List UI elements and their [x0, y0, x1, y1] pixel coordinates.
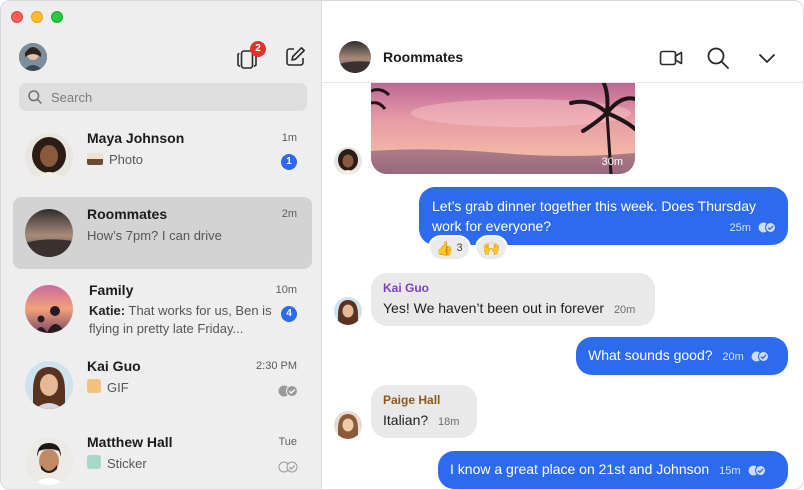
chat-name: Maya Johnson [87, 130, 185, 146]
sender-avatar [334, 297, 362, 325]
chat-item-matthew-hall[interactable]: Matthew Hall Tue Sticker [13, 425, 312, 489]
chat-time: 2m [281, 208, 297, 220]
chat-time: 1m [281, 132, 297, 144]
read-receipt-icon [278, 385, 298, 397]
chat-name: Roommates [87, 206, 168, 222]
avatar [25, 133, 73, 181]
chat-preview: Photo [87, 151, 277, 169]
chat-item-maya-johnson[interactable]: Maya Johnson 1m Photo 1 [13, 121, 312, 193]
chat-name: Family [89, 282, 134, 298]
preview-sender: Katie: [89, 303, 126, 318]
avatar [25, 437, 73, 485]
group-avatar[interactable] [339, 41, 371, 73]
message-time: 18m [438, 416, 460, 428]
search-box [19, 83, 307, 111]
thumbs-up-icon: 👍 [436, 240, 454, 256]
profile-avatar[interactable] [19, 43, 47, 71]
delivered-receipt-icon [278, 461, 298, 473]
chat-item-family[interactable]: Family 10m Katie: That works for us, Ben… [13, 273, 312, 345]
message-sender: Kai Guo [383, 281, 430, 295]
conversation-pane: Roommates 30m Let’s grab dinner together… [322, 1, 803, 489]
incoming-message[interactable]: Kai Guo Yes! We haven’t been out in fore… [371, 273, 655, 326]
reaction-raised-hands[interactable]: 🙌 [474, 235, 508, 261]
avatar [25, 285, 73, 333]
sender-avatar [334, 147, 362, 175]
chat-preview: GIF [87, 379, 277, 397]
reaction-thumbs-up[interactable]: 👍 3 [428, 235, 471, 261]
read-receipt-icon [758, 222, 776, 233]
read-receipt-icon [748, 465, 766, 476]
reactions-row: 👍 3 🙌 [428, 235, 508, 261]
message-text: Yes! We haven’t been out in forever [383, 300, 605, 316]
app-window: 2 Search Maya Johnson 1m Photo 1 Roommat… [0, 0, 804, 490]
message-meta: 15m [719, 465, 766, 477]
chevron-down-icon[interactable] [754, 45, 780, 71]
image-message[interactable]: 30m [371, 83, 635, 174]
chat-item-kai-guo[interactable]: Kai Guo 2:30 PM GIF [13, 349, 312, 421]
outgoing-message[interactable]: I know a great place on 21st and Johnson… [438, 451, 788, 489]
message-meta: 20m [722, 351, 769, 363]
zoom-window-button[interactable] [51, 11, 63, 23]
photo-thumbnail-icon [87, 153, 103, 165]
message-time: 20m [613, 304, 636, 316]
chat-time: 2:30 PM [256, 360, 297, 372]
stories-badge: 2 [250, 41, 266, 57]
outgoing-message[interactable]: What sounds good? 20m [576, 337, 788, 375]
chat-preview: How’s 7pm? I can drive [87, 228, 222, 243]
gif-thumbnail-icon [87, 379, 101, 393]
conversation-header: Roommates [322, 1, 803, 83]
search-conversation-icon[interactable] [705, 45, 731, 71]
window-controls [11, 11, 63, 23]
sender-avatar [334, 411, 362, 439]
conversation-title: Roommates [383, 49, 464, 65]
chat-item-roommates[interactable]: Roommates 2m How’s 7pm? I can drive [13, 197, 312, 269]
message-list: 30m Let’s grab dinner together this week… [322, 83, 803, 489]
search-icon [28, 90, 42, 104]
avatar [25, 209, 73, 257]
video-call-icon[interactable] [658, 45, 684, 71]
search-input[interactable] [51, 89, 291, 105]
message-meta: 25m [730, 218, 776, 238]
chat-preview: Sticker [87, 455, 277, 473]
avatar [25, 361, 73, 409]
close-window-button[interactable] [11, 11, 23, 23]
chat-time: 10m [275, 284, 297, 296]
message-text: Let’s grab dinner together this week. Do… [432, 198, 757, 234]
read-receipt-icon [751, 351, 769, 362]
unread-badge: 4 [281, 306, 297, 322]
sidebar: 2 Search Maya Johnson 1m Photo 1 Roommat… [1, 1, 322, 489]
message-text: I know a great place on 21st and Johnson [450, 461, 710, 477]
message-text: Italian? [383, 412, 429, 428]
chat-name: Kai Guo [87, 358, 141, 374]
chat-time: Tue [278, 436, 297, 448]
raised-hands-icon: 🙌 [482, 240, 500, 256]
message-text: What sounds good? [588, 347, 713, 363]
chat-name: Matthew Hall [87, 434, 173, 450]
sticker-thumbnail-icon [87, 455, 101, 469]
minimize-window-button[interactable] [31, 11, 43, 23]
unread-badge: 1 [281, 154, 297, 170]
message-sender: Paige Hall [383, 393, 441, 407]
message-time: 30m [601, 156, 623, 168]
chat-preview: Katie: That works for us, Ben is flying … [89, 303, 272, 336]
incoming-message[interactable]: Paige Hall Italian? 18m [371, 385, 477, 438]
compose-icon[interactable] [283, 45, 307, 69]
